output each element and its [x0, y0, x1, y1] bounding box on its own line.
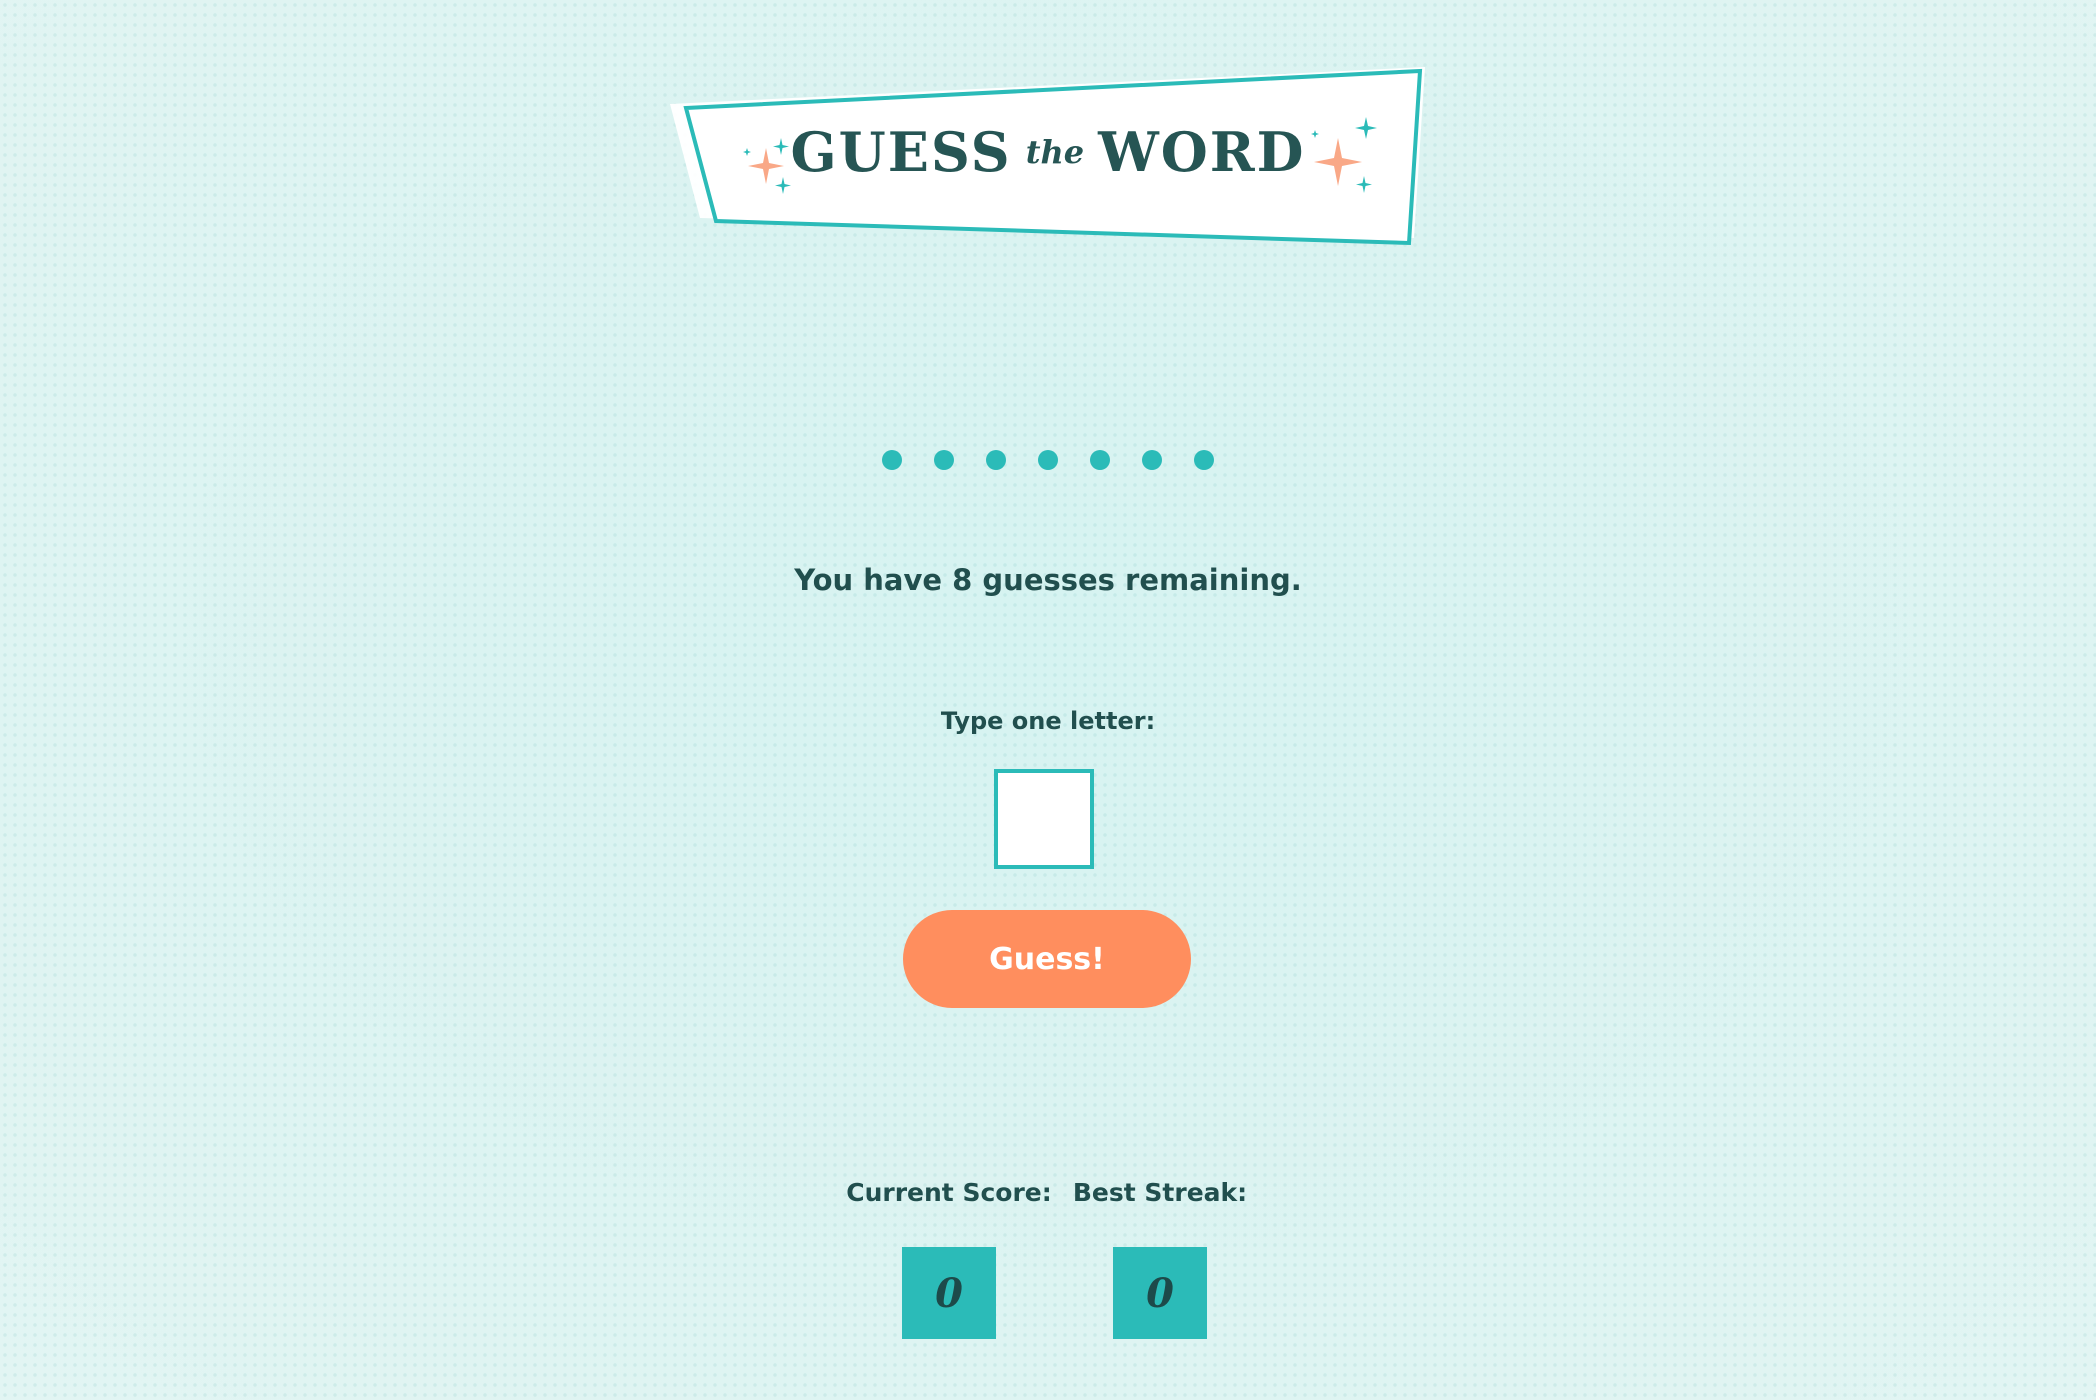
hidden-letter-dot	[1194, 450, 1214, 470]
best-streak-label: Best Streak:	[1072, 1178, 1248, 1207]
title-word: WORD	[1098, 120, 1306, 184]
best-streak-value: 0	[1146, 1269, 1174, 1317]
game-title: GUESS the WORD	[668, 120, 1428, 184]
letter-input-label: Type one letter:	[940, 707, 1156, 735]
letter-input[interactable]	[994, 769, 1094, 869]
current-score-box: 0	[902, 1247, 996, 1339]
guess-button[interactable]: Guess!	[903, 910, 1191, 1008]
hidden-letter-dot	[1038, 450, 1058, 470]
remaining-guesses-text: You have 8 guesses remaining.	[794, 563, 1302, 597]
best-streak-box: 0	[1113, 1247, 1207, 1339]
hidden-letter-dot	[1142, 450, 1162, 470]
hidden-letter-dot	[934, 450, 954, 470]
hidden-letter-dot	[1090, 450, 1110, 470]
hidden-letter-dot	[986, 450, 1006, 470]
title-guess: GUESS	[790, 120, 1012, 184]
best-streak: Best Streak: 0	[1030, 1178, 1290, 1339]
hidden-letter-dot	[882, 450, 902, 470]
title-the: the	[1025, 133, 1085, 171]
title-banner: GUESS the WORD	[668, 62, 1428, 252]
current-score-value: 0	[935, 1269, 963, 1317]
word-progress	[0, 450, 2096, 470]
